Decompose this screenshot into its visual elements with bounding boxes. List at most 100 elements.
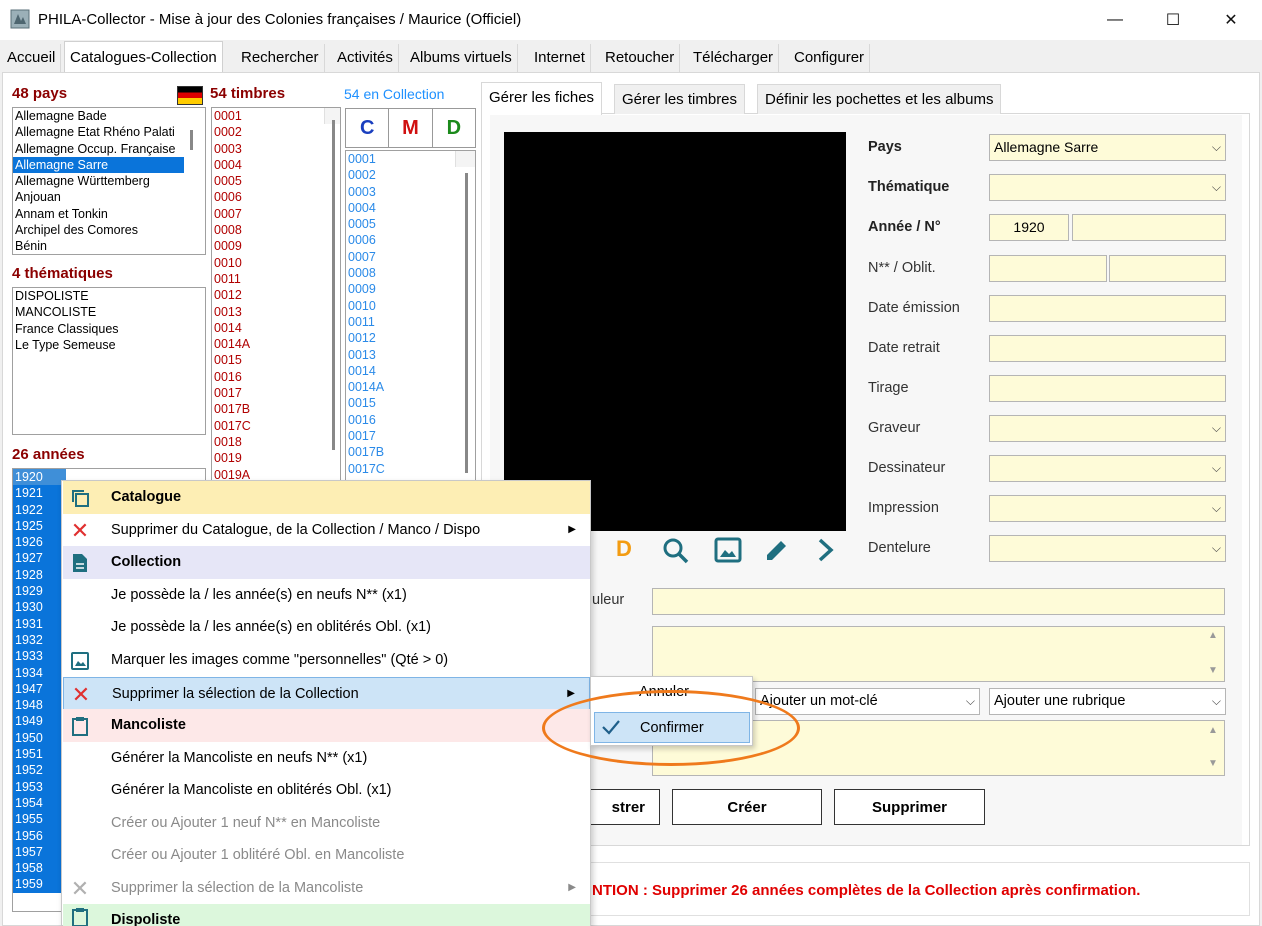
tab-catalogues-collection[interactable]: Catalogues-Collection — [64, 41, 223, 72]
list-item[interactable]: 1927 — [13, 550, 66, 567]
tab-activites[interactable]: Activités — [332, 44, 399, 72]
menu-item-supprimer-collection[interactable]: ✕ Supprimer la sélection de la Collectio… — [63, 677, 590, 710]
list-item[interactable]: 0011 — [346, 314, 475, 330]
list-item[interactable]: MANCOLISTE — [13, 304, 205, 320]
search-icon[interactable] — [661, 536, 689, 567]
list-item[interactable]: 0012 — [212, 287, 340, 303]
list-item[interactable]: 0010 — [212, 255, 340, 271]
menu-item-creer-neuf[interactable]: Créer ou Ajouter 1 neuf N** en Mancolist… — [63, 807, 590, 840]
dentelure-select[interactable]: ⌵ — [989, 535, 1226, 562]
list-item[interactable]: 1920 — [13, 469, 66, 486]
list-item[interactable]: 0019 — [212, 450, 340, 466]
tab-albums-virtuels[interactable]: Albums virtuels — [405, 44, 518, 72]
list-item[interactable]: 1928 — [13, 566, 66, 584]
list-item[interactable]: 1931 — [13, 615, 66, 632]
list-item[interactable]: 0015 — [346, 395, 475, 411]
list-item[interactable]: 1956 — [13, 827, 66, 844]
list-item[interactable]: 0002 — [212, 124, 340, 140]
list-item[interactable]: 1954 — [13, 794, 66, 812]
list-item[interactable]: 1930 — [13, 599, 66, 616]
list-item[interactable]: 1948 — [13, 697, 66, 714]
m-button[interactable]: M — [389, 109, 433, 147]
tab-telecharger[interactable]: Télécharger — [688, 44, 780, 72]
menu-item-personnelles[interactable]: Marquer les images comme "personnelles" … — [63, 644, 590, 677]
list-item[interactable]: 1957 — [13, 843, 66, 861]
scrollbar[interactable] — [324, 108, 340, 450]
couleur-input[interactable] — [652, 588, 1225, 615]
list-item[interactable]: 0004 — [346, 200, 475, 216]
list-item[interactable]: 0003 — [212, 141, 340, 157]
list-item[interactable]: DISPOLISTE — [13, 288, 205, 304]
list-item[interactable]: France Classiques — [13, 321, 205, 337]
tab-rechercher[interactable]: Rechercher — [236, 44, 325, 72]
list-item[interactable]: 0006 — [212, 189, 340, 205]
graveur-select[interactable]: ⌵ — [989, 415, 1226, 442]
tab-gerer-timbres[interactable]: Gérer les timbres — [614, 84, 746, 114]
list-item[interactable]: 0016 — [212, 369, 340, 385]
scroll-down-icon[interactable]: ▼ — [1208, 758, 1218, 769]
mot-cle-select[interactable]: Ajouter un mot-clé ⌵ — [755, 688, 980, 715]
tab-gerer-fiches[interactable]: Gérer les fiches — [481, 82, 603, 115]
creer-button[interactable]: Créer — [672, 789, 822, 825]
maximize-button[interactable]: ☐ — [1144, 0, 1202, 40]
list-item[interactable]: 0014 — [212, 320, 340, 336]
date-retrait-input[interactable] — [989, 335, 1226, 362]
tab-pochettes-albums[interactable]: Définir les pochettes et les albums — [757, 84, 1002, 114]
list-item[interactable]: 0008 — [212, 222, 340, 238]
list-item[interactable]: 0003 — [346, 184, 475, 200]
numero-input[interactable] — [1072, 214, 1226, 241]
list-item[interactable]: 0008 — [346, 265, 475, 281]
notes-textarea[interactable] — [652, 626, 1225, 682]
list-item[interactable]: 0017 — [346, 428, 475, 444]
list-item[interactable]: Allemagne Etat Rhéno Palati — [13, 124, 205, 140]
list-item[interactable]: Allemagne Bade — [13, 108, 205, 124]
neuf-input[interactable] — [989, 255, 1107, 282]
menu-item-supprimer-catalogue[interactable]: ✕ Supprimer du Catalogue, de la Collecti… — [63, 514, 590, 547]
list-item[interactable]: 1953 — [13, 778, 66, 795]
c-button[interactable]: C — [346, 109, 390, 147]
list-item[interactable]: 0005 — [346, 216, 475, 232]
tirage-input[interactable] — [989, 375, 1226, 402]
list-item[interactable]: 0014A — [212, 336, 340, 352]
scroll-up-icon[interactable]: ▲ — [1208, 725, 1218, 736]
chevron-right-icon[interactable] — [814, 536, 838, 567]
rubrique-select[interactable]: Ajouter une rubrique ⌵ — [989, 688, 1226, 715]
list-item[interactable]: 0012 — [346, 330, 475, 346]
tab-configurer[interactable]: Configurer — [789, 44, 871, 72]
list-item[interactable]: 0004 — [212, 157, 340, 173]
list-item[interactable]: Annam et Tonkin — [13, 206, 205, 222]
scrollbar[interactable] — [455, 151, 475, 473]
menu-item-creer-obl[interactable]: Créer ou Ajouter 1 oblitéré Obl. en Manc… — [63, 839, 590, 872]
list-item[interactable]: 1955 — [13, 811, 66, 828]
scroll-down-icon[interactable]: ▼ — [1208, 665, 1218, 676]
menu-item-obliteres[interactable]: Je possède la / les année(s) en oblitéré… — [63, 611, 590, 644]
list-item[interactable]: Allemagne Württemberg — [13, 173, 205, 189]
menu-item-gen-neufs[interactable]: Générer la Mancoliste en neufs N** (x1) — [63, 742, 590, 775]
themes-list[interactable]: DISPOLISTE MANCOLISTE France Classiques … — [12, 287, 206, 435]
list-item[interactable]: 0002 — [346, 167, 475, 183]
list-item[interactable]: 0017B — [212, 401, 340, 417]
list-item[interactable]: 0016 — [346, 412, 475, 428]
tab-internet[interactable]: Internet — [529, 44, 591, 72]
list-item[interactable]: 1926 — [13, 534, 66, 551]
edit-icon[interactable] — [763, 536, 791, 567]
list-item[interactable]: 1932 — [13, 631, 66, 649]
date-emission-input[interactable] — [989, 295, 1226, 322]
d-icon[interactable]: D — [616, 536, 632, 562]
menu-item-gen-obl[interactable]: Générer la Mancoliste en oblitérés Obl. … — [63, 774, 590, 807]
list-item[interactable]: 0007 — [212, 206, 340, 222]
supprimer-button[interactable]: Supprimer — [834, 789, 985, 825]
dessinateur-select[interactable]: ⌵ — [989, 455, 1226, 482]
list-item[interactable]: 0001 — [212, 108, 340, 124]
annee-input[interactable]: 1920 — [989, 214, 1069, 241]
list-item[interactable]: Bénin — [13, 238, 205, 254]
list-item[interactable]: 0011 — [212, 271, 340, 287]
d-button[interactable]: D — [433, 109, 475, 147]
impression-select[interactable]: ⌵ — [989, 495, 1226, 522]
stamps-list[interactable]: 0001 0002 0003 0004 0005 0006 0007 0008 … — [211, 107, 341, 483]
list-item[interactable]: 1958 — [13, 860, 66, 877]
collection-list[interactable]: 0001 0002 0003 0004 0005 0006 0007 0008 … — [345, 150, 476, 483]
list-item[interactable]: 0014A — [346, 379, 475, 395]
menu-item-neufs[interactable]: Je possède la / les année(s) en neufs N*… — [63, 579, 590, 612]
list-item-selected[interactable]: Allemagne Sarre — [13, 156, 184, 174]
